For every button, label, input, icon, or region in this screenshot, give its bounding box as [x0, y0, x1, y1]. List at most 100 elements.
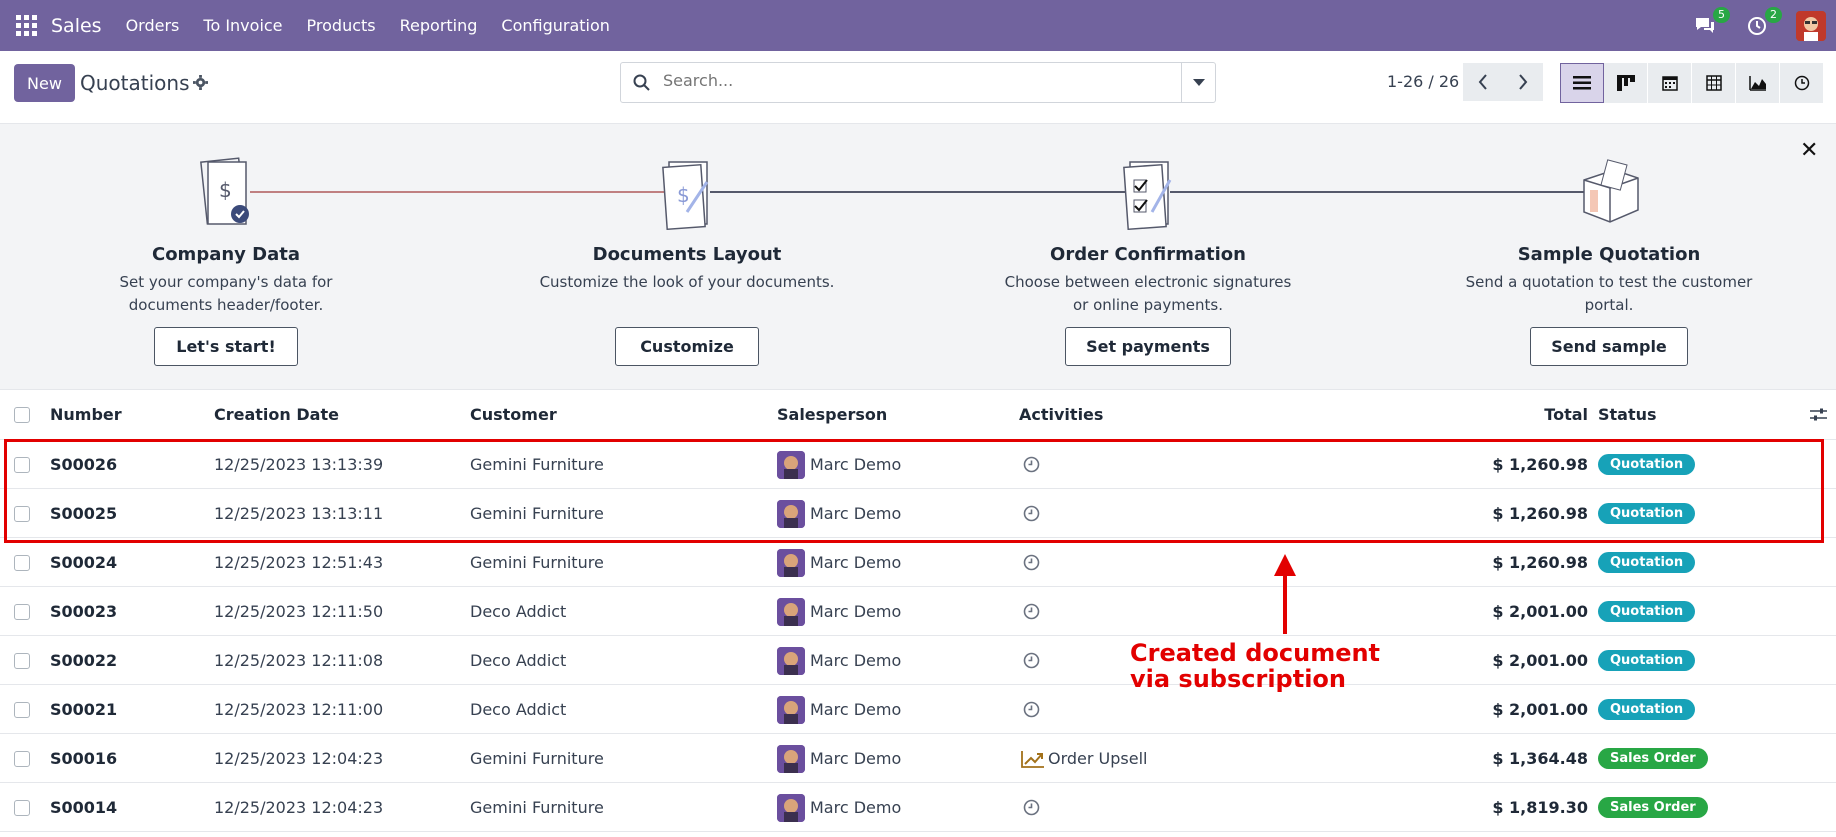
customer: Deco Addict [470, 700, 567, 719]
table-row[interactable]: S00016 12/25/2023 12:04:23 Gemini Furnit… [0, 734, 1836, 783]
kanban-view-button[interactable] [1604, 63, 1648, 103]
row-checkbox[interactable] [14, 701, 30, 718]
header-number[interactable]: Number [50, 390, 122, 439]
table-row[interactable]: S00023 12/25/2023 12:11:50 Deco Addict M… [0, 587, 1836, 636]
table-row[interactable]: S00022 12/25/2023 12:11:08 Deco Addict M… [0, 636, 1836, 685]
pager-value[interactable]: 1-26 / 26 [1387, 72, 1459, 91]
clock-icon [1794, 75, 1809, 91]
control-panel: New Quotations 1-26 / 26 [0, 51, 1836, 124]
top-navbar: Sales Orders To Invoice Products Reporti… [0, 0, 1836, 51]
pager-previous-button[interactable] [1463, 63, 1503, 101]
customer: Gemini Furniture [470, 553, 604, 572]
row-checkbox[interactable] [14, 799, 30, 816]
nav-products[interactable]: Products [307, 16, 376, 35]
customize-button[interactable]: Customize [615, 327, 759, 366]
calendar-view-button[interactable] [1648, 63, 1692, 103]
activity-clock-icon[interactable] [1023, 554, 1040, 571]
page-title[interactable]: Quotations [80, 71, 189, 95]
search-icon [633, 74, 650, 91]
clock-icon [1748, 16, 1766, 35]
caret-down-icon [1192, 78, 1205, 86]
activity-clock-icon[interactable] [1023, 603, 1040, 620]
send-sample-button[interactable]: Send sample [1530, 327, 1688, 366]
order-number: S00016 [50, 749, 118, 768]
app-brand[interactable]: Sales [51, 15, 102, 37]
select-all-checkbox-cell [14, 390, 30, 439]
status-badge: Quotation [1598, 601, 1696, 622]
table-row[interactable]: S00024 12/25/2023 12:51:43 Gemini Furnit… [0, 538, 1836, 587]
calendar-icon [1661, 76, 1678, 91]
activity-clock-icon[interactable] [1023, 652, 1040, 669]
nav-to-invoice[interactable]: To Invoice [203, 16, 282, 35]
salesperson-name: Marc Demo [810, 602, 902, 621]
search-bar [620, 62, 1216, 103]
step-title: Documents Layout [592, 244, 782, 265]
activity-clock-icon[interactable] [1023, 799, 1040, 816]
chevron-right-icon [1519, 74, 1528, 90]
graph-view-button[interactable] [1736, 63, 1780, 103]
row-checkbox[interactable] [14, 652, 30, 669]
pager-next-button[interactable] [1503, 63, 1543, 101]
activity-clock-icon[interactable] [1023, 701, 1040, 718]
step-description: Set your company's data for documents he… [119, 273, 333, 314]
header-salesperson[interactable]: Salesperson [777, 390, 887, 439]
customer: Gemini Furniture [470, 749, 604, 768]
list-view-button[interactable] [1560, 63, 1604, 103]
activity-upsell[interactable]: Order Upsell [1021, 734, 1148, 783]
step-title: Order Confirmation [1050, 244, 1246, 265]
row-checkbox[interactable] [14, 554, 30, 571]
close-icon[interactable]: ✕ [1800, 138, 1818, 163]
annotation-arrow-icon [1274, 554, 1296, 634]
quotation-illustration-icon [1583, 159, 1639, 223]
activity-label: Order Upsell [1048, 749, 1148, 768]
gear-icon[interactable] [193, 75, 208, 90]
optional-columns-toggle[interactable] [1810, 390, 1827, 439]
pivot-view-button[interactable] [1692, 63, 1736, 103]
lets-start-button[interactable]: Let's start! [154, 327, 298, 366]
table-header: Number Creation Date Customer Salesperso… [0, 390, 1836, 440]
onboarding-panel: ✕ $ Company Data Set your company's data… [0, 124, 1836, 390]
header-total[interactable]: Total [1460, 390, 1588, 439]
chevron-left-icon [1478, 74, 1487, 90]
messages-button[interactable]: 5 [1692, 6, 1730, 39]
trend-up-icon [1021, 750, 1044, 768]
chat-icon [1696, 17, 1714, 33]
status-badge: Sales Order [1598, 797, 1708, 818]
salesperson-avatar [777, 548, 805, 577]
row-checkbox[interactable] [14, 603, 30, 620]
search-options-toggle[interactable] [1181, 63, 1215, 102]
salesperson-avatar [777, 695, 805, 724]
nav-orders[interactable]: Orders [126, 16, 180, 35]
sliders-icon [1810, 408, 1827, 421]
order-number: S00024 [50, 553, 118, 572]
table-row[interactable]: S00021 12/25/2023 12:11:00 Deco Addict M… [0, 685, 1836, 734]
order-number: S00021 [50, 700, 118, 719]
activities-badge: 2 [1765, 6, 1782, 23]
activity-view-button[interactable] [1780, 63, 1824, 103]
order-number: S00014 [50, 798, 118, 817]
nav-reporting[interactable]: Reporting [400, 16, 478, 35]
search-input[interactable] [663, 71, 1163, 90]
table-icon [1705, 75, 1722, 91]
header-status[interactable]: Status [1598, 390, 1657, 439]
status-badge: Sales Order [1598, 748, 1708, 769]
salesperson-name: Marc Demo [810, 700, 902, 719]
header-creation-date[interactable]: Creation Date [214, 390, 339, 439]
table-row[interactable]: S00014 12/25/2023 12:04:23 Gemini Furnit… [0, 783, 1836, 832]
order-total: $ 1,364.48 [1492, 749, 1588, 768]
status-badge: Quotation [1598, 552, 1696, 573]
user-avatar[interactable] [1796, 10, 1826, 41]
salesperson-name: Marc Demo [810, 798, 902, 817]
activities-button[interactable]: 2 [1744, 6, 1782, 39]
set-payments-button[interactable]: Set payments [1065, 327, 1231, 366]
nav-configuration[interactable]: Configuration [501, 16, 610, 35]
apps-menu-icon[interactable] [15, 15, 37, 37]
select-all-checkbox[interactable] [14, 406, 30, 423]
header-customer[interactable]: Customer [470, 390, 557, 439]
new-button[interactable]: New [14, 64, 75, 102]
salesperson-avatar [777, 597, 805, 626]
creation-date: 12/25/2023 12:11:50 [214, 602, 384, 621]
header-activities[interactable]: Activities [1019, 390, 1103, 439]
step-title: Company Data [151, 244, 301, 265]
row-checkbox[interactable] [14, 750, 30, 767]
